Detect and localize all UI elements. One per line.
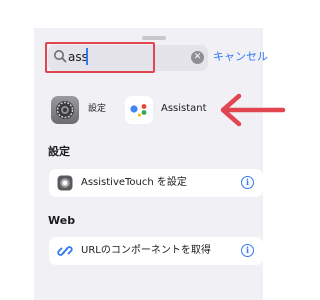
search-highlight-annotation (45, 42, 155, 73)
sheet-grabber[interactable] (142, 36, 166, 40)
info-icon[interactable]: i (241, 244, 254, 257)
info-icon[interactable]: i (241, 176, 254, 189)
red-arrow-annotation (220, 93, 286, 127)
app-label-settings[interactable]: 設定 (88, 102, 106, 116)
section-header-settings: 設定 (48, 145, 70, 158)
settings-gear-icon[interactable] (51, 96, 79, 124)
action-label: URLのコンポーネントを取得 (81, 245, 211, 256)
action-get-url-components[interactable]: URLのコンポーネントを取得 i (49, 237, 263, 265)
xmark-circle-icon[interactable]: ✕ (191, 51, 204, 64)
section-header-web: Web (48, 214, 76, 227)
action-label: AssistiveTouch を設定 (81, 177, 187, 188)
google-assistant-icon[interactable] (125, 96, 153, 124)
assistivetouch-icon (57, 175, 73, 191)
action-assistivetouch[interactable]: AssistiveTouch を設定 i (49, 169, 263, 197)
cancel-button[interactable]: キャンセル (213, 49, 268, 65)
link-icon (57, 246, 73, 256)
app-label-assistant[interactable]: Assistant (161, 102, 207, 116)
